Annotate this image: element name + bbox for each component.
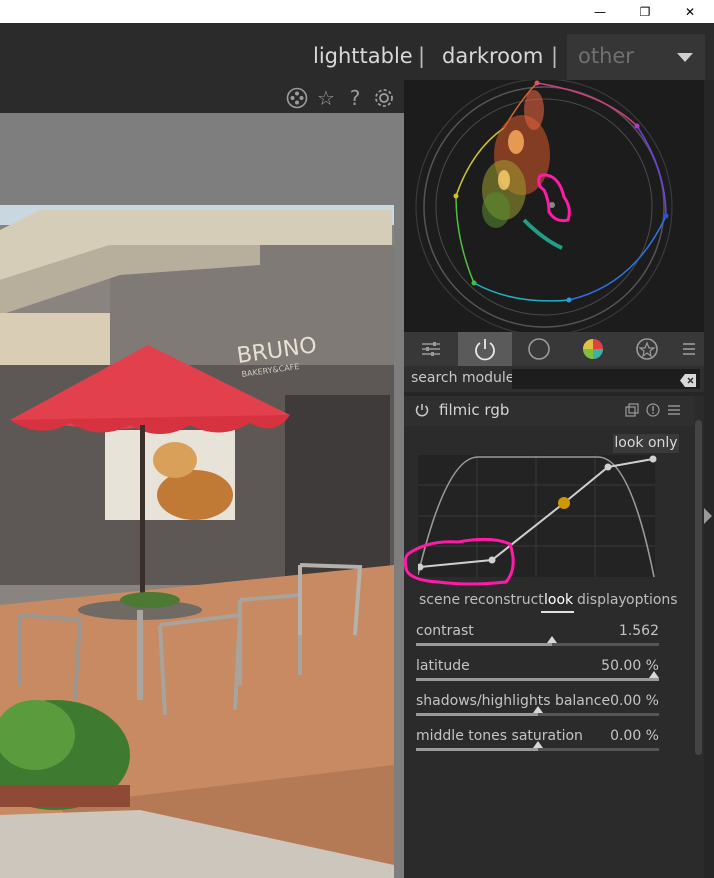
active-modules-power-icon[interactable] (458, 332, 512, 366)
curve-node-white (649, 455, 657, 463)
multi-instance-icon[interactable] (625, 402, 641, 418)
module-title: filmic rgb (439, 401, 510, 419)
effects-icon[interactable] (620, 332, 674, 366)
minimize-button[interactable]: — (577, 0, 623, 23)
close-icon: ✕ (684, 4, 696, 19)
tab-options[interactable]: options (626, 592, 678, 608)
slider-marker[interactable] (533, 741, 543, 748)
tab-scene[interactable]: scene (419, 592, 460, 608)
photo-preview[interactable]: BRUNO BAKERY&CAFE (0, 205, 394, 878)
module-scrollbar[interactable] (695, 420, 702, 755)
curve-node-shoulder (604, 463, 612, 471)
chevron-down-icon (677, 53, 693, 62)
collapse-panel-arrow-icon[interactable] (704, 508, 712, 524)
darktable-window: — ❐ ✕ lighttable | darkroom | other ☆ ? (0, 0, 714, 878)
other-views-label: other (578, 44, 634, 68)
slider-label: latitude (416, 658, 470, 674)
close-button[interactable]: ✕ (667, 0, 713, 23)
base-circle-icon[interactable] (512, 332, 566, 366)
look-only-toggle[interactable]: look only (613, 434, 679, 453)
module-power-icon[interactable] (414, 402, 430, 418)
view-separator: | (418, 44, 426, 68)
slider-label: shadows/highlights balance (416, 693, 611, 709)
minimize-icon: — (594, 4, 606, 19)
restore-button[interactable]: ❐ (622, 0, 668, 23)
slider-marker[interactable] (533, 706, 543, 713)
view-lighttable[interactable]: lighttable (313, 44, 413, 68)
clear-search-icon[interactable] (680, 372, 696, 387)
slider-value: 0.00 % (610, 693, 659, 709)
star-icon[interactable]: ☆ (315, 86, 337, 110)
tab-reconstruct[interactable]: reconstruct (464, 592, 544, 608)
tab-display[interactable]: display (577, 592, 627, 608)
vectorscope (404, 78, 704, 336)
slider-label: middle tones saturation (416, 728, 583, 744)
reset-icon[interactable] (646, 402, 662, 418)
slider-track (416, 748, 659, 751)
gear-icon[interactable] (373, 87, 395, 109)
slider-fill (416, 678, 659, 681)
other-views-dropdown[interactable]: other (567, 34, 705, 80)
presets-menu-icon[interactable] (667, 402, 683, 418)
search-module-input[interactable] (512, 369, 700, 389)
shadows-highlights-balance-slider[interactable]: shadows/highlights balance 0.00 % (416, 693, 659, 723)
view-separator: | (551, 44, 559, 68)
menu-icon[interactable] (674, 332, 704, 366)
slider-label: contrast (416, 623, 474, 639)
curve-node-grey (558, 497, 570, 509)
slider-value: 0.00 % (610, 728, 659, 744)
module-group-tabs (404, 332, 704, 366)
slider-marker[interactable] (649, 671, 659, 678)
slider-fill (416, 643, 552, 646)
window-titlebar: — ❐ ✕ (0, 0, 714, 23)
filmic-module-header[interactable]: filmic rgb (404, 396, 704, 426)
sliders-icon[interactable] (404, 332, 458, 366)
help-icon[interactable]: ? (344, 86, 366, 110)
contrast-slider[interactable]: contrast 1.562 (416, 623, 659, 653)
slider-track (416, 643, 659, 646)
restore-icon: ❐ (639, 4, 651, 19)
annotation-circle (403, 537, 515, 586)
right-edge-strip (704, 80, 714, 878)
active-tab-underline (541, 611, 574, 613)
color-wheel-icon[interactable] (566, 332, 620, 366)
search-module-label: search module (411, 370, 515, 386)
tab-look[interactable]: look (544, 592, 573, 608)
film-roll-icon[interactable] (286, 87, 308, 109)
slider-track (416, 713, 659, 716)
slider-marker[interactable] (547, 636, 557, 643)
middle-tones-saturation-slider[interactable]: middle tones saturation 0.00 % (416, 728, 659, 758)
slider-fill (416, 748, 538, 751)
slider-track (416, 678, 659, 681)
slider-fill (416, 713, 538, 716)
latitude-slider[interactable]: latitude 50.00 % (416, 658, 659, 688)
view-darkroom[interactable]: darkroom (442, 44, 543, 68)
module-search-row: search module (404, 366, 704, 392)
slider-value: 1.562 (618, 623, 659, 639)
